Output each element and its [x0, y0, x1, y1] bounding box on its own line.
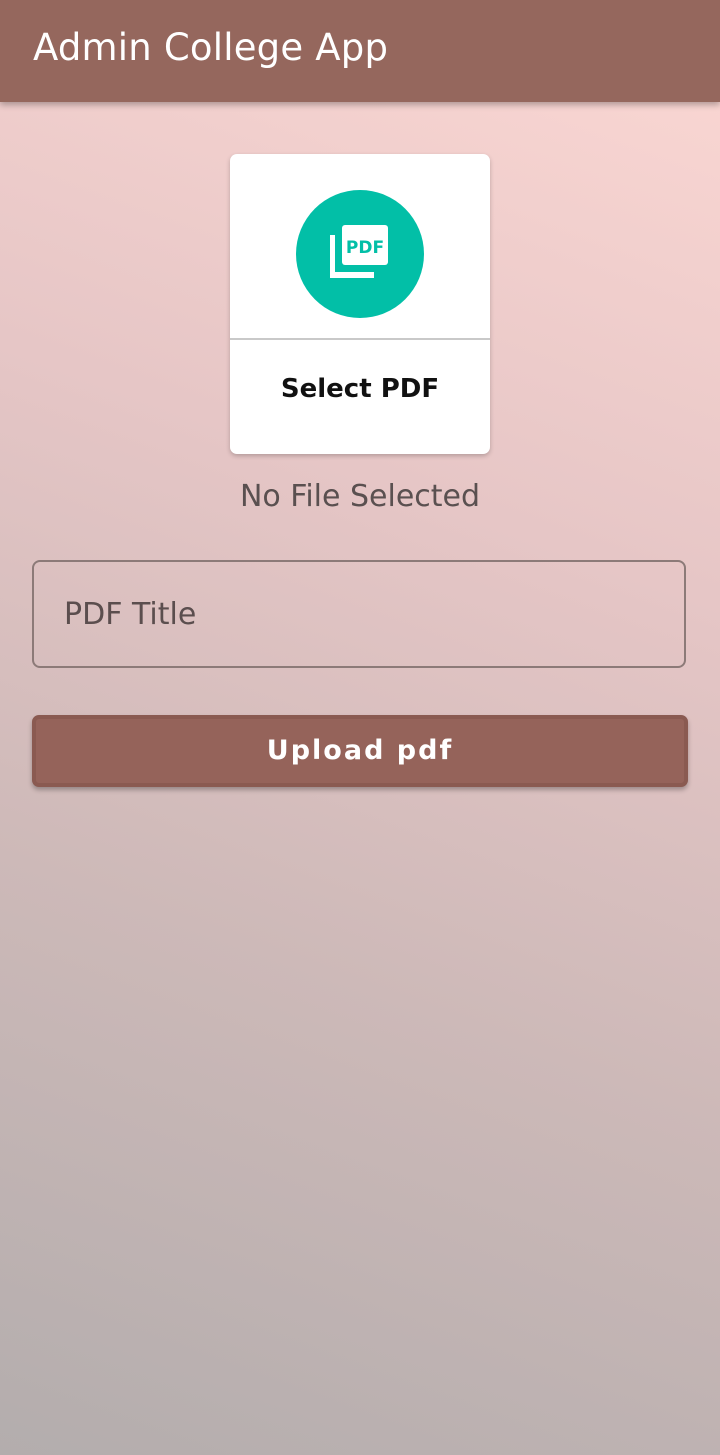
pdf-title-field[interactable] — [32, 560, 686, 668]
select-pdf-card[interactable]: PDF Select PDF — [230, 154, 490, 454]
select-pdf-label: Select PDF — [280, 374, 440, 404]
pdf-file-icon: PDF — [330, 225, 388, 278]
pdf-icon-text: PDF — [346, 238, 384, 258]
app-title: Admin College App — [33, 26, 389, 69]
upload-pdf-button[interactable]: Upload pdf — [32, 715, 688, 787]
app-bar: Admin College App — [0, 0, 720, 102]
pdf-icon-circle: PDF — [296, 190, 424, 318]
pdf-title-input[interactable] — [64, 562, 654, 666]
file-status-text: No File Selected — [239, 479, 481, 514]
card-divider — [230, 338, 490, 340]
